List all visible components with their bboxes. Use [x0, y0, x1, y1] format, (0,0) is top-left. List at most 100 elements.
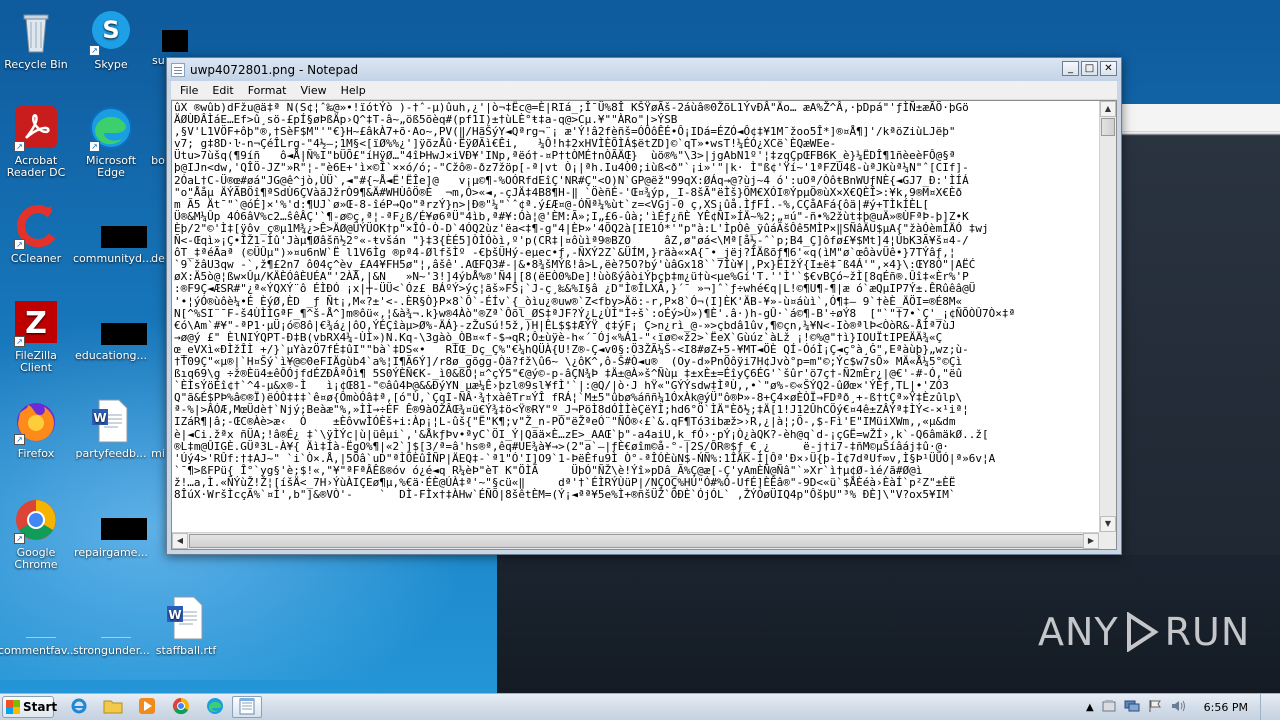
- system-tray: ▲ 6:56 PM: [1086, 694, 1280, 720]
- desktop-icon-ccleaner[interactable]: ↗ CCleaner: [0, 202, 74, 265]
- text-line: ®L‡m@ÛIGÈ.GÜª3L-À¥{ Äì‡Íà-ËgO%¶|«2`]$[3/…: [174, 439, 949, 453]
- background-window: [1122, 104, 1280, 555]
- close-button[interactable]: ✕: [1100, 61, 1117, 76]
- text-line: :®F9Ç◄ÆSR#"¿ª«ÝQXÝ¨ô ÉÌÐÓ ¡x|┼-ÜÜ<`Óz£ B…: [174, 282, 976, 296]
- desktop-icon-edge[interactable]: ↗ Microsoft Edge: [73, 104, 149, 179]
- scroll-down-arrow-icon[interactable]: ▼: [1100, 516, 1116, 532]
- svg-text:W: W: [93, 411, 106, 425]
- menu-help[interactable]: Help: [334, 84, 373, 97]
- play-logo-icon: [1125, 611, 1159, 653]
- tray-app-icon[interactable]: [1102, 699, 1116, 716]
- desktop-icon-skype[interactable]: S ↗ Skype: [73, 8, 149, 71]
- tray-expand-icon[interactable]: ▲: [1086, 702, 1094, 713]
- shortcut-arrow-icon: ↗: [14, 434, 25, 445]
- horizontal-scroll-thumb[interactable]: [189, 534, 1089, 548]
- taskbar-notepad[interactable]: [232, 696, 262, 718]
- desktop-icon-label: strongunder...: [73, 644, 150, 657]
- chrome-icon: ↗: [12, 496, 60, 544]
- anyrun-watermark: ANY RUN: [1038, 610, 1250, 654]
- edge-icon: [206, 697, 224, 718]
- vertical-scroll-thumb[interactable]: [1101, 118, 1115, 136]
- desktop-icon-label: staffball.rtf: [155, 644, 217, 657]
- firefox-icon: ↗: [12, 397, 60, 445]
- text-content[interactable]: ûX ®wûb)dFžu@ä‡ª N(S¢¦ˆ‰@»•!ïótÝò )-†ˆ-µ…: [172, 101, 1099, 532]
- volume-icon[interactable]: [1170, 699, 1186, 716]
- taskbar-chrome[interactable]: [166, 696, 196, 718]
- text-line: 8ÎúX·WršÌcçÃ%`¤Í',b"]&®VÒ'- ` DÌ-FÌx†‡ÀH…: [174, 488, 956, 501]
- scroll-up-arrow-icon[interactable]: ▲: [1100, 101, 1116, 117]
- menu-file[interactable]: File: [173, 84, 205, 97]
- action-center-flag-icon[interactable]: [1148, 699, 1162, 716]
- desktop-icon-acrobat[interactable]: ↗ Acrobat Reader DC: [0, 104, 74, 179]
- desktop-icon-label: educationg...: [74, 349, 148, 362]
- menu-view[interactable]: View: [294, 84, 334, 97]
- edge-icon: ↗: [87, 104, 135, 152]
- desktop-icon-recycle-bin[interactable]: Recycle Bin: [0, 8, 74, 71]
- horizontal-scrollbar[interactable]: ◀ ▶: [172, 532, 1099, 549]
- desktop-icon-label: communityd...: [73, 252, 153, 265]
- desktop-icon-mi[interactable]: mi: [150, 397, 166, 460]
- desktop-icon-firefox[interactable]: ↗ Firefox: [0, 397, 74, 460]
- desktop-icon-label: Firefox: [17, 447, 55, 460]
- background-window-toolbar: [1122, 104, 1280, 132]
- redacted-icon: [87, 496, 147, 544]
- media-player-icon: [138, 697, 156, 718]
- desktop-icon-partyfeedb[interactable]: W partyfeedb...: [73, 397, 149, 460]
- desktop-icon-label: Acrobat Reader DC: [6, 154, 66, 179]
- clock[interactable]: 6:56 PM: [1204, 701, 1248, 714]
- desktop-icon-label: mi: [151, 447, 165, 460]
- desktop-icon-bo[interactable]: bo: [150, 104, 166, 167]
- desktop-icon-label: Recycle Bin: [4, 58, 68, 71]
- minimize-button[interactable]: _: [1062, 61, 1079, 76]
- text-editor[interactable]: ûX ®wûb)dFžu@ä‡ª N(S¢¦ˆ‰@»•!ïótÝò )-†ˆ-µ…: [171, 100, 1117, 550]
- windows-logo-icon: [6, 700, 20, 714]
- desktop-icon-label: CCleaner: [10, 252, 62, 265]
- desktop-icon-chrome[interactable]: ↗ Google Chrome: [0, 496, 74, 571]
- taskbar-edge[interactable]: [200, 696, 230, 718]
- text-line: '•¦ýÓ®ùôè¼•É ÈýØ,ÈD _ƒ Ñt¡,M«?±'<-.ÈR§Ò}…: [174, 294, 963, 308]
- text-line: 2ÓaL†C-Ü®œ#øá"JG@ê^jò,ÙÜ`,◄"#{~Å◄Ë'ËÎe]@…: [174, 173, 969, 187]
- desktop-icon-communityd[interactable]: communityd...: [73, 202, 153, 265]
- notepad-titlebar[interactable]: uwp4072801.png - Notepad _ □ ✕: [167, 58, 1121, 81]
- vertical-scrollbar[interactable]: ▲ ▼: [1099, 101, 1116, 532]
- notepad-window[interactable]: uwp4072801.png - Notepad _ □ ✕ File Edit…: [166, 57, 1122, 555]
- desktop-icon-educationg[interactable]: educationg...: [73, 299, 149, 362]
- taskbar-ie[interactable]: [64, 696, 94, 718]
- folder-icon: [103, 698, 123, 717]
- desktop-icon-staffball[interactable]: W staffball.rtf: [148, 594, 224, 657]
- file-icon: [12, 594, 60, 642]
- desktop-icon-commentfav[interactable]: commentfav...: [0, 594, 77, 657]
- desktop-icon-repairgame[interactable]: repairgame...: [73, 496, 149, 559]
- scrollbar-corner: [1099, 532, 1116, 549]
- watermark-right-text: RUN: [1164, 610, 1251, 654]
- filezilla-icon: Z ↗: [12, 299, 60, 347]
- taskbar-media-player[interactable]: [132, 696, 162, 718]
- word-document-icon: W: [87, 397, 135, 445]
- file-icon: [150, 202, 166, 250]
- scroll-left-arrow-icon[interactable]: ◀: [172, 533, 188, 549]
- svg-text:W: W: [168, 608, 181, 622]
- taskbar-explorer[interactable]: [98, 696, 128, 718]
- show-desktop-button[interactable]: [1260, 694, 1274, 720]
- taskbar: Start ▲ 6:56 PM: [0, 693, 1280, 720]
- shortcut-arrow-icon: ↗: [89, 141, 100, 152]
- network-icon[interactable]: [1124, 699, 1140, 716]
- desktop-icon-label: partyfeedb...: [75, 447, 147, 460]
- maximize-button[interactable]: □: [1081, 61, 1098, 76]
- desktop-icon-de[interactable]: de: [150, 202, 166, 265]
- start-button[interactable]: Start: [2, 696, 58, 718]
- start-label: Start: [23, 700, 58, 714]
- scroll-right-arrow-icon[interactable]: ▶: [1083, 533, 1099, 549]
- menu-bar: File Edit Format View Help: [171, 81, 1117, 100]
- desktop-icon-label: Skype: [94, 58, 128, 71]
- shortcut-arrow-icon: ↗: [14, 533, 25, 544]
- chrome-icon: [172, 697, 190, 718]
- desktop-icon-label: Google Chrome: [14, 546, 58, 571]
- desktop-icon-filezilla[interactable]: Z ↗ FileZilla Client: [0, 299, 74, 374]
- text-line: "o"Ååµ ÄÝÃBÖî¶ªSdÙ6ÇVàãJžrÒ9¶&Ä#WHÙôÖ®È …: [174, 185, 963, 199]
- shortcut-arrow-icon: ↗: [14, 239, 25, 250]
- menu-edit[interactable]: Edit: [205, 84, 240, 97]
- acrobat-icon: ↗: [12, 104, 60, 152]
- desktop-icon-strongunder[interactable]: strongunder...: [73, 594, 150, 657]
- menu-format[interactable]: Format: [241, 84, 294, 97]
